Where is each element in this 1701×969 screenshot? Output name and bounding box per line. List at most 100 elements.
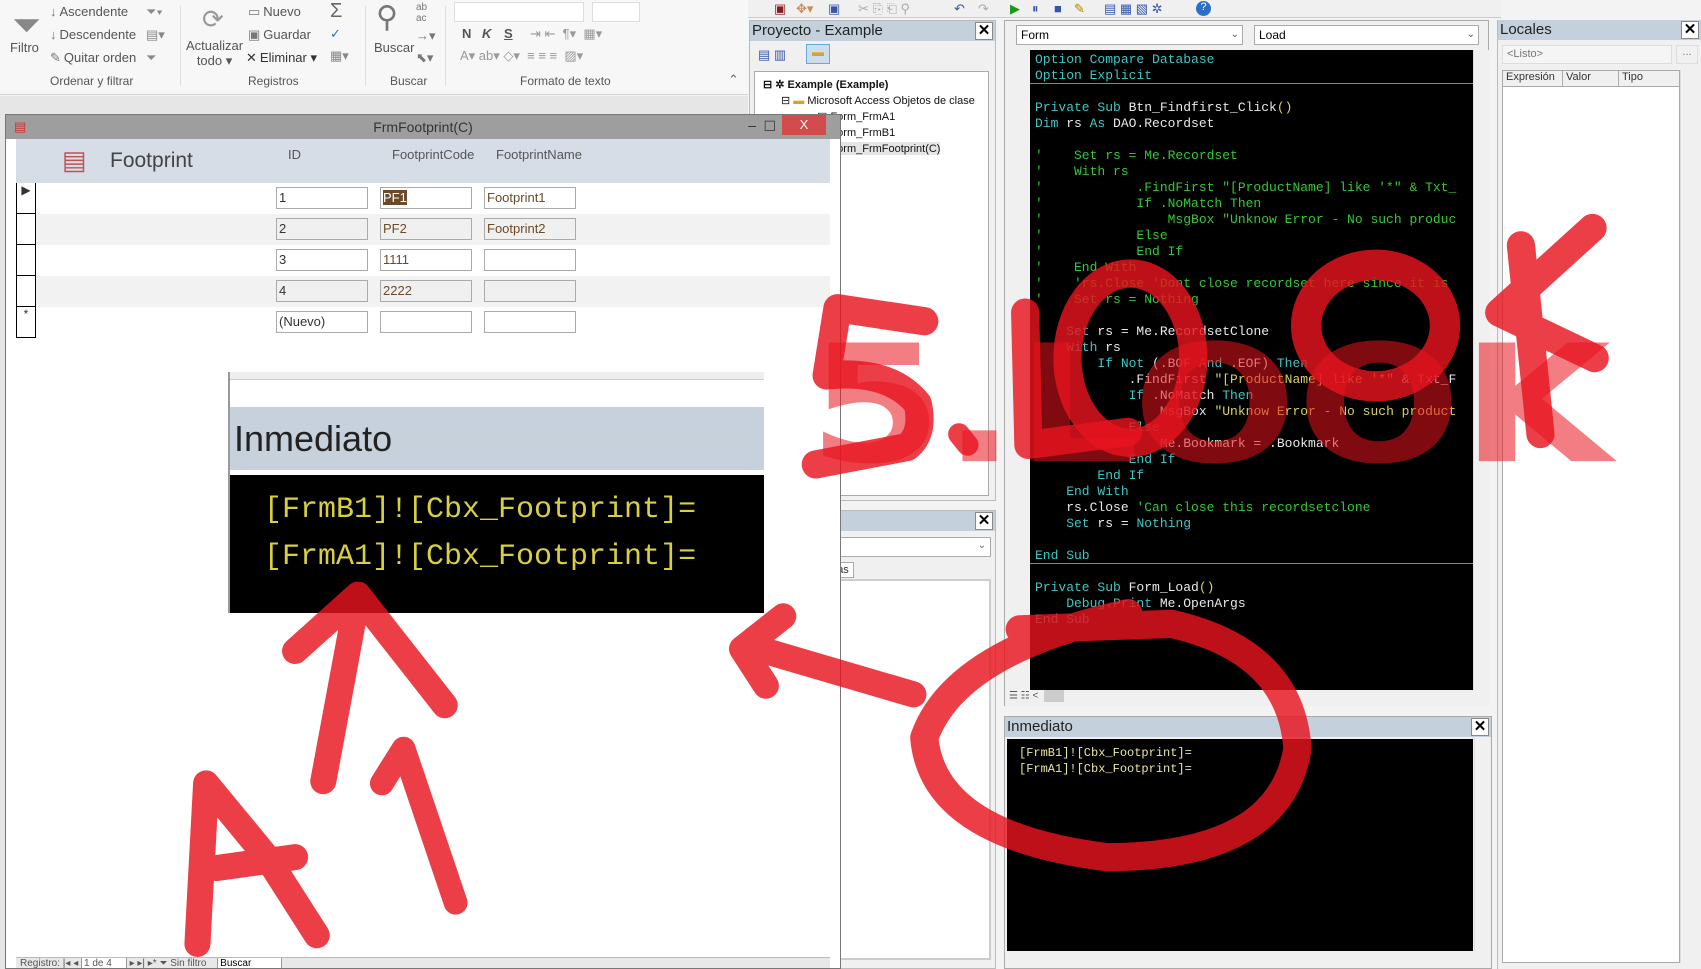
totals-icon[interactable]: Σ [330,0,342,23]
footprint-name-field[interactable] [484,280,576,302]
filter-status[interactable]: Sin filtro [170,958,206,968]
redo-icon[interactable]: ↷ [978,1,989,17]
code-line[interactable]: Debug.Print Me.OpenArgs [1030,596,1473,612]
undo-icon[interactable]: ↶ [954,1,965,17]
code-line[interactable]: End If [1030,468,1473,484]
tree-item-folder[interactable]: ⊟ ▬ Microsoft Access Objetos de clase [781,94,975,107]
refresh-all-button[interactable]: Actualizar todo ▾ [186,38,243,68]
design-mode-icon[interactable]: ✎ [1074,1,1085,17]
code-line[interactable]: MsgBox "Unknow Error - No such product [1030,404,1473,420]
code-line[interactable]: End Sub [1030,612,1473,628]
code-line[interactable] [1030,564,1473,580]
immediate-output[interactable]: [FrmB1]![Cbx_Footprint]= [FrmA1]![Cbx_Fo… [1007,739,1473,951]
code-line[interactable] [1030,308,1473,324]
immediate-vertical-scrollbar[interactable] [1474,739,1491,951]
cut-copy-paste-icons[interactable]: ✂ ⎘ ⎗ ⚲ [858,1,910,17]
id-field[interactable]: (Nuevo) [276,311,368,333]
column-header[interactable]: Valor [1563,71,1619,86]
call-stack-button[interactable]: ... [1676,45,1698,64]
indent-icons[interactable]: ⇥ ⇤ ¶▾ ▦▾ [530,26,602,42]
code-line[interactable]: If Not (.BOF And .EOF) Then [1030,356,1473,372]
save-button[interactable]: ▣ Guardar [248,27,311,43]
column-header[interactable]: Tipo [1619,71,1679,86]
object-combo[interactable]: Form ⌄ [1016,25,1243,45]
font-size-select[interactable] [592,2,640,22]
footprint-code-field[interactable]: PF1 [380,187,472,209]
id-field[interactable]: 1 [276,187,368,209]
locals-scrollbar[interactable] [1680,70,1698,963]
select-icon[interactable]: ⬉▾ [416,50,433,66]
code-line[interactable]: End Sub [1030,548,1473,564]
find-button[interactable]: Buscar [374,40,414,55]
maximize-button[interactable]: ☐ [763,114,776,138]
footprint-code-field[interactable]: 2222 [380,280,472,302]
tree-item-project[interactable]: ⊟ ✲ Example (Example) [763,78,888,91]
font-name-select[interactable] [454,2,584,22]
spelling-icon[interactable]: ✓ [330,26,341,42]
font-color-icons[interactable]: A▾ ab▾ ◇▾ ≡ ≡ ≡ ▨▾ [460,48,583,64]
code-line[interactable]: Option Explicit [1030,68,1473,84]
code-line[interactable]: Set rs = Me.RecordsetClone [1030,324,1473,340]
goto-icon[interactable]: →▾ [416,28,436,44]
code-editor[interactable]: Option Compare Database Option Explicit P… [1030,50,1473,690]
code-line[interactable]: If .NoMatch Then [1030,388,1473,404]
bold-button[interactable]: N [462,26,471,41]
next-record-buttons[interactable]: ▸ ▸| ▸* [130,958,160,968]
save-icon[interactable]: ▣ [828,1,840,17]
code-line[interactable]: ' Set rs = Me.Recordset [1030,148,1473,164]
delete-button[interactable]: ✕ Eliminar ▾ [246,50,317,66]
record-selector[interactable] [16,214,36,245]
record-selector[interactable] [16,276,36,307]
procedure-combo[interactable]: Load ⌄ [1254,25,1479,45]
code-line[interactable] [1030,84,1473,100]
filter-button[interactable]: Filtro [10,40,39,55]
code-line[interactable]: Me.Bookmark = .Bookmark [1030,436,1473,452]
code-line[interactable]: Else [1030,420,1473,436]
close-properties-button[interactable]: ✕ [975,512,993,530]
code-line[interactable]: ' End If [1030,244,1473,260]
code-line[interactable]: ' End With [1030,260,1473,276]
code-line[interactable]: ' 'rs.Close 'Dont close recordset here s… [1030,276,1473,292]
column-header[interactable]: Expresión [1503,71,1563,86]
code-line[interactable]: Set rs = Nothing [1030,516,1473,532]
id-field[interactable]: 2 [276,218,368,240]
footprint-code-field[interactable]: 1111 [380,249,472,271]
collapse-ribbon-icon[interactable]: ⌃ [728,72,739,88]
underline-button[interactable]: S [504,26,513,41]
code-line[interactable] [1030,132,1473,148]
id-field[interactable]: 3 [276,249,368,271]
italic-button[interactable]: K [482,26,491,41]
record-selector[interactable]: ▶ [16,183,36,214]
code-line[interactable]: ' With rs [1030,164,1473,180]
run-icon[interactable]: ▶ [1010,1,1020,17]
help-icon[interactable]: ? [1196,1,1211,16]
code-vertical-scrollbar[interactable] [1473,50,1489,690]
more-icon[interactable]: ▦▾ [330,48,349,64]
code-line[interactable]: End With [1030,484,1473,500]
id-field[interactable]: 4 [276,280,368,302]
footprint-name-field[interactable] [484,249,576,271]
reset-icon[interactable]: ■ [1054,1,1062,16]
record-selector[interactable]: * [16,307,36,338]
footprint-code-field[interactable] [380,311,472,333]
code-line[interactable]: Private Sub Btn_Findfirst_Click() [1030,100,1473,116]
record-selector[interactable] [16,245,36,276]
code-line[interactable]: ' Set rs = Nothing [1030,292,1473,308]
close-immediate-button[interactable]: ✕ [1471,718,1489,736]
toggle-filter-icon[interactable]: ⏷ [146,50,156,66]
new-record-button[interactable]: ▭ Nuevo [248,4,301,20]
footprint-name-field[interactable]: Footprint2 [484,218,576,240]
sort-descending-button[interactable]: ↓ Descendente [50,27,136,42]
code-line[interactable]: ' MsgBox "Unknow Error - No such produc [1030,212,1473,228]
advanced-filter-icon[interactable]: ▤▾ [146,27,165,43]
code-line[interactable]: End If [1030,452,1473,468]
code-horizontal-scrollbar[interactable]: ☰ ☷ < [1005,690,1489,706]
replace-icon[interactable]: ab ac [416,2,427,24]
immediate-horizontal-scrollbar[interactable] [1005,952,1491,968]
view-code-icon[interactable]: ▤ ▥ [758,47,786,63]
remove-sort-button[interactable]: ✎ Quitar orden [50,50,136,66]
code-line[interactable]: With rs [1030,340,1473,356]
first-record-button[interactable]: |◂ ◂ [63,958,81,968]
code-line[interactable]: Private Sub Form_Load() [1030,580,1473,596]
access-icon[interactable]: ▣ [774,1,786,17]
